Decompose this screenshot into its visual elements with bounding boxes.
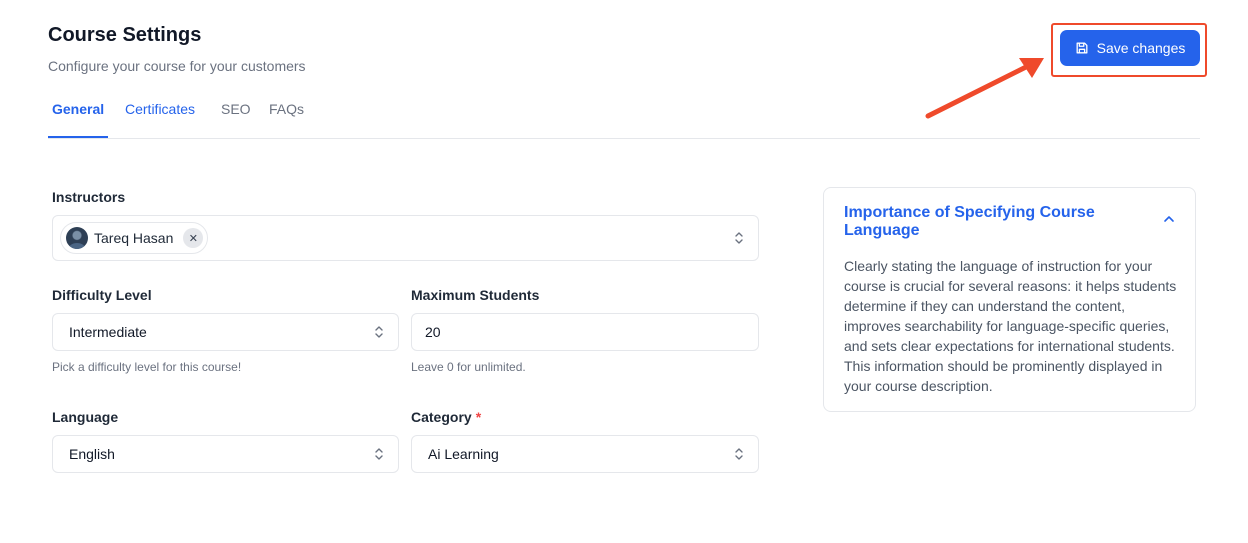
language-select[interactable]: English xyxy=(52,435,399,473)
info-panel-body: Clearly stating the language of instruct… xyxy=(844,258,1177,394)
tab-certificates[interactable]: Certificates xyxy=(125,101,195,138)
category-select[interactable]: Ai Learning xyxy=(411,435,759,473)
page-subtitle: Configure your course for your customers xyxy=(48,58,306,74)
required-mark: * xyxy=(475,409,482,425)
remove-instructor-icon[interactable]: ✕ xyxy=(183,228,204,248)
language-value: English xyxy=(69,446,115,462)
chevron-updown-icon xyxy=(375,326,383,338)
instructor-chip: Tareq Hasan ✕ xyxy=(60,222,209,254)
info-panel: Importance of Specifying Course Language… xyxy=(823,187,1196,412)
instructors-select[interactable]: Tareq Hasan ✕ xyxy=(52,215,759,261)
info-panel-title[interactable]: Importance of Specifying Course Language xyxy=(844,204,1104,240)
tab-seo[interactable]: SEO xyxy=(221,101,251,138)
tab-bar: General Certificates SEO FAQs xyxy=(47,92,1200,139)
category-label: Category * xyxy=(411,409,481,425)
tab-general[interactable]: General xyxy=(47,101,109,138)
chevron-updown-icon xyxy=(735,232,743,244)
page-title: Course Settings xyxy=(48,24,202,46)
max-students-helper: Leave 0 for unlimited. xyxy=(411,360,526,374)
instructors-label: Instructors xyxy=(52,189,126,205)
max-students-input[interactable]: 20 xyxy=(411,313,759,351)
max-students-value: 20 xyxy=(425,324,441,340)
difficulty-select[interactable]: Intermediate xyxy=(52,313,399,351)
chevron-up-icon[interactable] xyxy=(1163,214,1175,224)
save-button-label: Save changes xyxy=(1096,40,1186,56)
save-icon xyxy=(1076,42,1088,54)
avatar xyxy=(66,227,88,249)
difficulty-helper: Pick a difficulty level for this course! xyxy=(52,360,242,374)
chevron-updown-icon xyxy=(375,448,383,460)
difficulty-label: Difficulty Level xyxy=(52,287,152,303)
language-label: Language xyxy=(52,409,119,425)
tab-faqs[interactable]: FAQs xyxy=(269,101,304,138)
instructor-chip-name: Tareq Hasan xyxy=(94,230,174,246)
difficulty-value: Intermediate xyxy=(69,324,147,340)
category-label-text: Category xyxy=(411,409,472,425)
save-button[interactable]: Save changes xyxy=(1060,30,1200,66)
chevron-updown-icon xyxy=(735,448,743,460)
max-students-label: Maximum Students xyxy=(411,287,540,303)
category-value: Ai Learning xyxy=(428,446,499,462)
